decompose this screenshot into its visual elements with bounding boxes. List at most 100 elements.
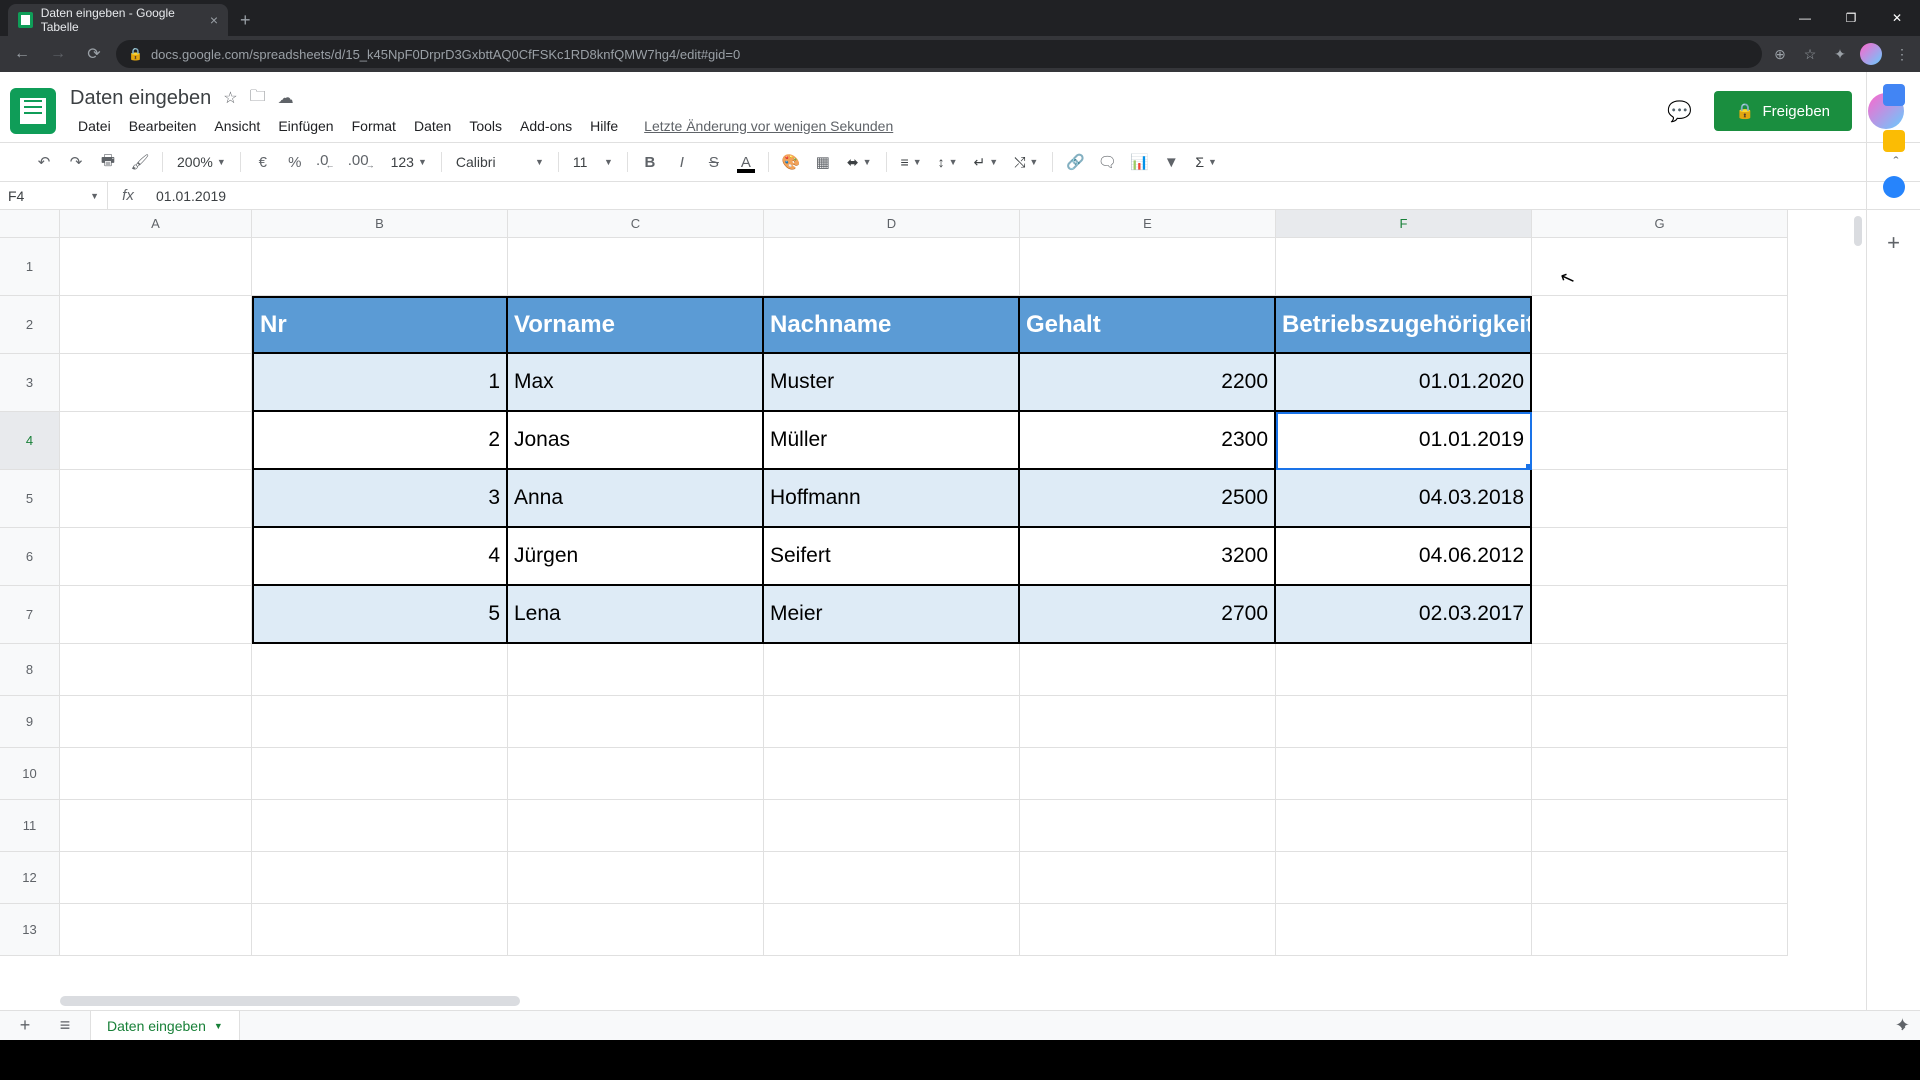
cell-E11[interactable] (1020, 800, 1276, 852)
row-header-9[interactable]: 9 (0, 696, 60, 748)
cloud-status-icon[interactable]: ☁ (278, 88, 294, 108)
cell-E6[interactable]: 3200 (1020, 528, 1276, 586)
cell-A6[interactable] (60, 528, 252, 586)
increase-decimals-button[interactable]: .00→ (345, 148, 381, 176)
close-window-button[interactable]: ✕ (1874, 0, 1920, 36)
all-sheets-button[interactable]: ≡ (50, 1013, 80, 1039)
cell-E7[interactable]: 2700 (1020, 586, 1276, 644)
print-button[interactable]: 🖶 (94, 148, 122, 176)
formula-input[interactable]: 01.01.2019 (148, 188, 1920, 204)
vertical-scrollbar[interactable] (1854, 216, 1862, 246)
cell-B3[interactable]: 1 (252, 354, 508, 412)
cell-C11[interactable] (508, 800, 764, 852)
cell-D7[interactable]: Meier (764, 586, 1020, 644)
h-align-button[interactable]: ≡▼ (895, 149, 928, 175)
percent-button[interactable]: % (281, 148, 309, 176)
rotate-button[interactable]: ⤭▼ (1008, 149, 1044, 175)
menu-hilfe[interactable]: Hilfe (582, 114, 626, 138)
cell-G2[interactable] (1532, 296, 1788, 354)
cell-A12[interactable] (60, 852, 252, 904)
cell-B10[interactable] (252, 748, 508, 800)
cell-D6[interactable]: Seifert (764, 528, 1020, 586)
menu-daten[interactable]: Daten (406, 114, 459, 138)
cell-E1[interactable] (1020, 238, 1276, 296)
cell-G6[interactable] (1532, 528, 1788, 586)
cell-B13[interactable] (252, 904, 508, 956)
cell-E3[interactable]: 2200 (1020, 354, 1276, 412)
add-addon-icon[interactable]: + (1887, 230, 1900, 256)
column-header-F[interactable]: F (1276, 210, 1532, 238)
cell-C10[interactable] (508, 748, 764, 800)
keep-icon[interactable] (1883, 130, 1905, 152)
forward-button[interactable]: → (44, 40, 72, 68)
cell-C13[interactable] (508, 904, 764, 956)
star-icon[interactable]: ☆ (1800, 44, 1820, 64)
cell-A7[interactable] (60, 586, 252, 644)
cell-F6[interactable]: 04.06.2012 (1276, 528, 1532, 586)
menu-datei[interactable]: Datei (70, 114, 119, 138)
row-header-5[interactable]: 5 (0, 470, 60, 528)
cell-E12[interactable] (1020, 852, 1276, 904)
cell-B11[interactable] (252, 800, 508, 852)
cell-F3[interactable]: 01.01.2020 (1276, 354, 1532, 412)
cell-F1[interactable] (1276, 238, 1532, 296)
cell-B9[interactable] (252, 696, 508, 748)
browser-tab[interactable]: Daten eingeben - Google Tabelle × (8, 4, 228, 36)
text-color-button[interactable]: A (732, 148, 760, 176)
cell-G7[interactable] (1532, 586, 1788, 644)
cell-A1[interactable] (60, 238, 252, 296)
sheets-logo-icon[interactable] (10, 88, 56, 134)
cell-D3[interactable]: Muster (764, 354, 1020, 412)
column-header-D[interactable]: D (764, 210, 1020, 238)
extensions-icon[interactable]: ✦ (1830, 44, 1850, 64)
cell-F4[interactable]: 01.01.2019 (1276, 412, 1532, 470)
menu-format[interactable]: Format (344, 114, 404, 138)
paint-format-button[interactable]: 🖌 (126, 148, 154, 176)
minimize-window-button[interactable]: ― (1782, 0, 1828, 36)
cell-D13[interactable] (764, 904, 1020, 956)
column-header-A[interactable]: A (60, 210, 252, 238)
cell-A2[interactable] (60, 296, 252, 354)
cell-D5[interactable]: Hoffmann (764, 470, 1020, 528)
cell-C7[interactable]: Lena (508, 586, 764, 644)
cell-D1[interactable] (764, 238, 1020, 296)
close-tab-icon[interactable]: × (210, 12, 218, 28)
menu-einfuegen[interactable]: Einfügen (270, 114, 341, 138)
cell-E13[interactable] (1020, 904, 1276, 956)
cell-A9[interactable] (60, 696, 252, 748)
cell-D4[interactable]: Müller (764, 412, 1020, 470)
borders-button[interactable]: ▦ (809, 148, 837, 176)
comment-button[interactable]: 🗨 (1093, 148, 1121, 176)
cell-A3[interactable] (60, 354, 252, 412)
horizontal-scrollbar[interactable] (60, 996, 520, 1006)
comments-icon[interactable]: 💬 (1662, 93, 1698, 129)
row-header-1[interactable]: 1 (0, 238, 60, 296)
cell-G8[interactable] (1532, 644, 1788, 696)
cell-F8[interactable] (1276, 644, 1532, 696)
share-button[interactable]: 🔒 Freigeben (1714, 91, 1852, 131)
spreadsheet-grid[interactable]: ABCDEFG12NrVornameNachnameGehaltBetriebs… (0, 210, 1866, 1010)
zoom-select[interactable]: 200%▼ (171, 149, 232, 175)
sheet-tab-active[interactable]: Daten eingeben ▼ (90, 1010, 240, 1040)
cell-C4[interactable]: Jonas (508, 412, 764, 470)
cell-C3[interactable]: Max (508, 354, 764, 412)
filter-button[interactable]: ▼ (1157, 148, 1185, 176)
cell-F13[interactable] (1276, 904, 1532, 956)
reload-button[interactable]: ⟳ (80, 40, 108, 68)
cell-C5[interactable]: Anna (508, 470, 764, 528)
cell-G11[interactable] (1532, 800, 1788, 852)
kebab-menu-icon[interactable]: ⋮ (1892, 44, 1912, 64)
name-box[interactable]: F4▼ (0, 182, 108, 209)
row-header-4[interactable]: 4 (0, 412, 60, 470)
undo-button[interactable]: ↶ (30, 148, 58, 176)
row-header-3[interactable]: 3 (0, 354, 60, 412)
cell-G1[interactable] (1532, 238, 1788, 296)
move-document-icon[interactable]: 🗀 (250, 85, 266, 112)
cell-B12[interactable] (252, 852, 508, 904)
cell-A13[interactable] (60, 904, 252, 956)
row-header-7[interactable]: 7 (0, 586, 60, 644)
cell-A8[interactable] (60, 644, 252, 696)
tasks-icon[interactable] (1883, 176, 1905, 198)
cell-G4[interactable] (1532, 412, 1788, 470)
cell-F7[interactable]: 02.03.2017 (1276, 586, 1532, 644)
